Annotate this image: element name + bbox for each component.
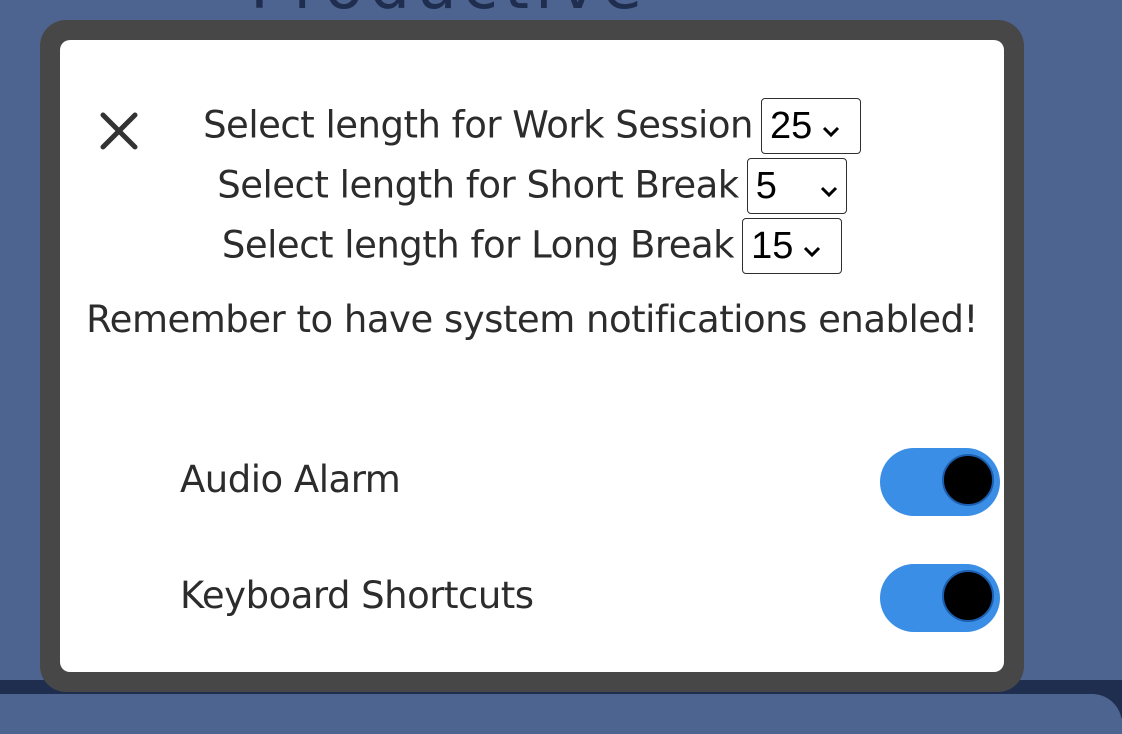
work-session-select[interactable]: 25 xyxy=(760,96,861,156)
toggle-knob xyxy=(942,570,994,622)
short-break-row: Select length for Short Break 5 xyxy=(60,154,1004,214)
long-break-row: Select length for Long Break 15 xyxy=(60,214,1004,274)
settings-modal: Select length for Work Session 25 Select … xyxy=(60,40,1004,672)
keyboard-shortcuts-toggle[interactable] xyxy=(880,564,1000,632)
chevron-down-icon xyxy=(803,216,821,276)
short-break-value: 5 xyxy=(755,164,777,207)
long-break-label: Select length for Long Break xyxy=(221,223,735,267)
work-session-label: Select length for Work Session xyxy=(203,103,753,147)
long-break-value: 15 xyxy=(751,224,794,267)
chevron-down-icon xyxy=(820,156,838,216)
keyboard-shortcuts-row: Keyboard Shortcuts xyxy=(180,564,1000,632)
notifications-notice: Remember to have system notifications en… xyxy=(86,298,978,341)
long-break-select[interactable]: 15 xyxy=(742,216,843,276)
audio-alarm-toggle[interactable] xyxy=(880,448,1000,516)
short-break-label: Select length for Short Break xyxy=(217,163,739,207)
chevron-down-icon xyxy=(822,96,840,156)
audio-alarm-row: Audio Alarm xyxy=(180,448,1000,516)
toggle-knob xyxy=(942,454,994,506)
work-session-value: 25 xyxy=(769,104,813,147)
short-break-select[interactable]: 5 xyxy=(746,156,847,216)
work-session-row: Select length for Work Session 25 xyxy=(60,94,1004,154)
audio-alarm-label: Audio Alarm xyxy=(180,458,401,501)
keyboard-shortcuts-label: Keyboard Shortcuts xyxy=(180,574,534,617)
bottom-panel xyxy=(0,694,1122,734)
